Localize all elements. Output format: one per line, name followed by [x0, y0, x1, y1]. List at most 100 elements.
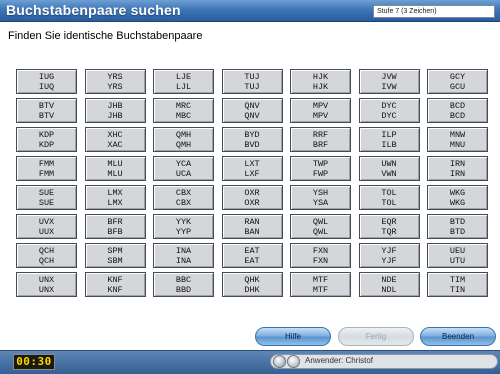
letter-pair-card[interactable]: WKG WKG	[427, 185, 488, 210]
pair-top-text: YSH	[312, 187, 329, 198]
letter-pair-card[interactable]: FMM FMM	[16, 156, 77, 181]
pair-bottom-text: GCU	[449, 81, 466, 92]
user-settings-icon[interactable]	[287, 355, 300, 368]
pair-bottom-text: KDP	[38, 139, 55, 150]
letter-pair-card[interactable]: KNF KNF	[84, 272, 146, 297]
pair-top-text: SUE	[38, 187, 55, 198]
pair-top-text: IRN	[449, 158, 466, 169]
letter-pair-card[interactable]: SUE SUE	[16, 185, 77, 210]
letter-pair-card[interactable]: QNV QNV	[221, 98, 283, 123]
user-label: Anwender: Christof	[305, 356, 374, 365]
letter-pair-card[interactable]: BFR BFB	[84, 214, 146, 239]
letter-pair-card[interactable]: QWL QWL	[290, 214, 351, 239]
pair-bottom-text: BTV	[38, 110, 55, 121]
done-button[interactable]: Fertig	[338, 327, 414, 346]
pair-bottom-text: IVW	[381, 81, 397, 92]
pair-bottom-text: QNV	[244, 110, 260, 121]
pair-bottom-text: XAC	[107, 139, 123, 150]
letter-pair-card[interactable]: TOL TOL	[358, 185, 420, 210]
letter-pair-card[interactable]: YCA UCA	[153, 156, 214, 181]
letter-pair-card[interactable]: TUJ TUJ	[221, 69, 283, 94]
letter-pair-card[interactable]: EQR TQR	[358, 214, 420, 239]
letter-pair-card[interactable]: TWP FWP	[290, 156, 351, 181]
pair-top-text: QHK	[244, 274, 260, 285]
pair-bottom-text: IRN	[449, 168, 466, 179]
letter-pair-card[interactable]: RRF BRF	[290, 127, 351, 152]
pair-bottom-text: TQR	[381, 226, 397, 237]
pair-top-text: LJE	[175, 71, 192, 82]
letter-pair-card[interactable]: ILP ILB	[358, 127, 420, 152]
letter-pair-card[interactable]: NDE NDL	[358, 272, 420, 297]
letter-pair-card[interactable]: IUG IUQ	[16, 69, 77, 94]
letter-pair-card[interactable]: UEU UTU	[427, 243, 488, 268]
letter-pair-card[interactable]: DYC DYC	[358, 98, 420, 123]
letter-pair-card[interactable]: UWN VWN	[358, 156, 420, 181]
pair-bottom-text: TIN	[449, 284, 466, 295]
help-button[interactable]: Hilfe	[255, 327, 331, 346]
letter-pair-card[interactable]: UVX UUX	[16, 214, 77, 239]
letter-pair-card[interactable]: MRC MBC	[153, 98, 214, 123]
letter-pair-card[interactable]: HJK HJK	[290, 69, 351, 94]
letter-pair-card[interactable]: LMX LMX	[84, 185, 146, 210]
letter-pair-card[interactable]: JVW IVW	[358, 69, 420, 94]
letter-pair-card[interactable]: YRS YRS	[84, 69, 146, 94]
letter-pair-card[interactable]: XHC XAC	[84, 127, 146, 152]
letter-pair-card[interactable]: FXN FXN	[290, 243, 351, 268]
letter-pair-card[interactable]: SPM SBM	[84, 243, 146, 268]
pair-top-text: EAT	[244, 245, 260, 256]
pair-bottom-text: NDL	[381, 284, 397, 295]
pair-top-text: TOL	[381, 187, 397, 198]
letter-pair-card[interactable]: QCH QCH	[16, 243, 77, 268]
pair-bottom-text: YSA	[312, 197, 329, 208]
letter-pair-card[interactable]: YYK YYP	[153, 214, 214, 239]
quit-button[interactable]: Beenden	[420, 327, 496, 346]
pair-top-text: MNW	[449, 129, 466, 140]
letter-pair-card[interactable]: INA INA	[153, 243, 214, 268]
level-display: Stufe 7 (3 Zeichen)	[373, 5, 495, 18]
letter-pair-card[interactable]: MPV MPV	[290, 98, 351, 123]
letter-pair-card[interactable]: YSH YSA	[290, 185, 351, 210]
letter-pair-card[interactable]: BTV BTV	[16, 98, 77, 123]
pair-top-text: RAN	[244, 216, 260, 227]
pair-top-text: YCA	[175, 158, 192, 169]
letter-pair-card[interactable]: MLU MLU	[84, 156, 146, 181]
letter-pair-card[interactable]: RAN BAN	[221, 214, 283, 239]
pair-top-text: HJK	[312, 71, 329, 82]
pair-bottom-text: ILB	[381, 139, 397, 150]
user-icon[interactable]	[273, 355, 286, 368]
pair-bottom-text: UTU	[449, 255, 466, 266]
letter-pair-card[interactable]: EAT EAT	[221, 243, 283, 268]
letter-pair-card[interactable]: GCY GCU	[427, 69, 488, 94]
pair-bottom-text: QCH	[38, 255, 55, 266]
letter-pair-card[interactable]: OXR OXR	[221, 185, 283, 210]
letter-pair-card[interactable]: LXT LXF	[221, 156, 283, 181]
pair-top-text: YJF	[381, 245, 397, 256]
letter-pair-card[interactable]: UNX UNX	[16, 272, 77, 297]
letter-pair-card[interactable]: QHK DHK	[221, 272, 283, 297]
pair-bottom-text: UNX	[38, 284, 55, 295]
pair-bottom-text: DYC	[381, 110, 397, 121]
pair-top-text: QMH	[175, 129, 192, 140]
pair-bottom-text: YRS	[107, 81, 123, 92]
letter-pair-card[interactable]: BYD BVD	[221, 127, 283, 152]
letter-pair-card[interactable]: KDP KDP	[16, 127, 77, 152]
letter-pair-card[interactable]: JHB JHB	[84, 98, 146, 123]
pair-top-text: GCY	[449, 71, 466, 82]
pair-bottom-text: TUJ	[244, 81, 260, 92]
letter-pair-card[interactable]: QMH QMH	[153, 127, 214, 152]
letter-pair-card[interactable]: TIM TIN	[427, 272, 488, 297]
letter-pair-card[interactable]: MTF MTF	[290, 272, 351, 297]
pair-top-text: UWN	[381, 158, 397, 169]
pair-bottom-text: UCA	[175, 168, 192, 179]
letter-pair-card[interactable]: MNW MNU	[427, 127, 488, 152]
pair-bottom-text: MLU	[107, 168, 123, 179]
letter-pair-card[interactable]: CBX CBX	[153, 185, 214, 210]
pair-top-text: IUG	[38, 71, 55, 82]
pair-bottom-text: DHK	[244, 284, 260, 295]
letter-pair-card[interactable]: BTD BTD	[427, 214, 488, 239]
letter-pair-card[interactable]: LJE LJL	[153, 69, 214, 94]
letter-pair-card[interactable]: YJF YJF	[358, 243, 420, 268]
letter-pair-card[interactable]: IRN IRN	[427, 156, 488, 181]
letter-pair-card[interactable]: BBC BBD	[153, 272, 214, 297]
letter-pair-card[interactable]: BCD BCD	[427, 98, 488, 123]
